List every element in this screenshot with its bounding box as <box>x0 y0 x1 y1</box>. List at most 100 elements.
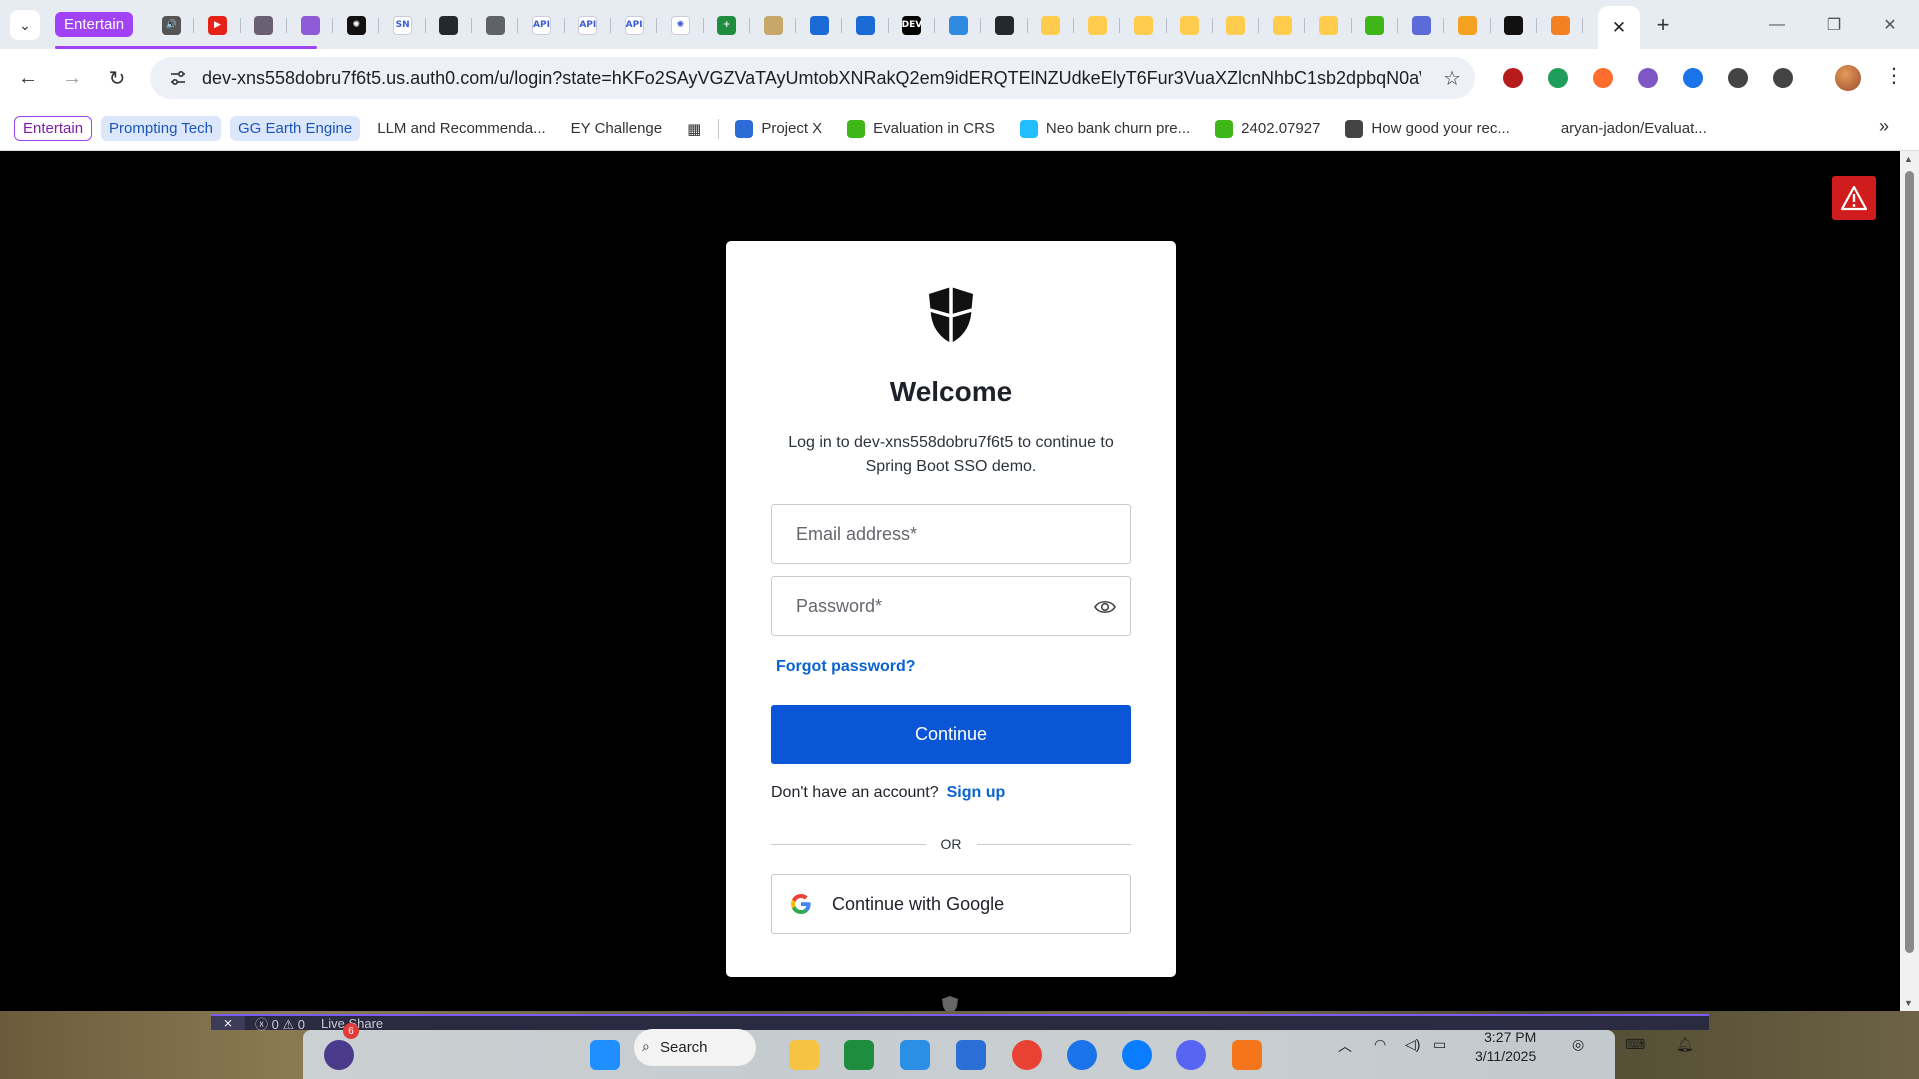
huggingface-tab-1[interactable] <box>1028 9 1075 41</box>
speaker-tab[interactable]: 🔊 <box>148 9 195 41</box>
dev-tab[interactable]: DEV <box>889 9 936 41</box>
site-info-icon[interactable] <box>160 69 196 87</box>
feather-extension-icon[interactable] <box>1670 62 1715 94</box>
bookmarks-overflow-icon[interactable]: » <box>1879 116 1889 137</box>
media-extension-icon[interactable] <box>1760 62 1805 94</box>
restore-button[interactable]: ❐ <box>1810 10 1858 40</box>
volume-icon[interactable]: ◁) <box>1405 1036 1420 1053</box>
microsoft-store-icon[interactable] <box>952 1036 990 1074</box>
taskbar-clock[interactable]: 3:27 PM 3/11/2025 <box>1475 1028 1536 1066</box>
focus-icon[interactable]: ◎ <box>1572 1036 1584 1053</box>
huggingface-tab-6[interactable] <box>1259 9 1306 41</box>
chrome-icon[interactable] <box>1008 1036 1046 1074</box>
close-window-button[interactable]: ✕ <box>1866 10 1914 40</box>
pen-extension-icon[interactable] <box>1535 62 1580 94</box>
huggingface-tab-3[interactable] <box>1120 9 1167 41</box>
back-button[interactable]: ← <box>12 62 44 94</box>
huggingface-tab-5[interactable] <box>1213 9 1260 41</box>
huggingface-tab-2[interactable] <box>1074 9 1121 41</box>
sign-up-link[interactable]: Sign up <box>947 784 1006 801</box>
address-bar[interactable]: dev-xns558dobru7f6t5.us.auth0.com/u/logi… <box>150 57 1475 99</box>
new-tab-button[interactable]: + <box>1649 12 1677 38</box>
tab-search-button[interactable]: ⌄ <box>10 10 40 40</box>
smiley-tab[interactable] <box>1352 9 1399 41</box>
windows-start-icon[interactable] <box>586 1036 624 1074</box>
shield-extension-icon[interactable] <box>1490 62 1535 94</box>
copilot-app-icon[interactable] <box>320 1036 358 1074</box>
minimize-button[interactable]: — <box>1753 10 1801 40</box>
globe-tab[interactable] <box>472 9 519 41</box>
forgot-password-link[interactable]: Forgot password? <box>776 658 916 676</box>
notification-bell-icon[interactable]: 🔔︎ <box>1676 1036 1694 1053</box>
show-password-eye-icon[interactable] <box>1094 597 1116 617</box>
youtube-tab[interactable]: ▶ <box>194 9 241 41</box>
wave-tab[interactable] <box>1398 9 1445 41</box>
github-tab-2[interactable] <box>981 9 1028 41</box>
pdf-app-icon[interactable] <box>1228 1036 1266 1074</box>
bookmark-apps-grid-icon[interactable]: ▦ <box>679 114 709 144</box>
pencil-tab[interactable] <box>287 9 334 41</box>
page-scrollbar[interactable]: ▲ ▼ <box>1900 151 1919 1011</box>
bookmark-item[interactable]: Neo bank churn pre... <box>1012 114 1198 144</box>
zalo-icon[interactable] <box>1063 1036 1101 1074</box>
messenger-icon[interactable] <box>1118 1036 1156 1074</box>
bookmark-item[interactable]: GG Earth Engine <box>230 116 361 141</box>
forward-button[interactable]: → <box>56 62 88 94</box>
bookmark-item[interactable]: Prompting Tech <box>101 116 221 141</box>
close-tab-icon[interactable]: ✕ <box>1612 18 1626 38</box>
active-tab[interactable]: ✕ <box>1598 6 1640 49</box>
bookmark-item[interactable]: aryan-jadon/Evaluat... <box>1527 114 1715 144</box>
chatgpt-tab[interactable]: ✺ <box>333 9 380 41</box>
bookmark-item[interactable]: Evaluation in CRS <box>839 114 1003 144</box>
bookmark-item[interactable]: 2402.07927 <box>1207 114 1328 144</box>
sheets-tab[interactable]: + <box>704 9 751 41</box>
keyboard-icon[interactable]: ⌨ <box>1625 1036 1645 1053</box>
problems-indicator[interactable]: ⓧ 0 ⚠ 0 <box>255 1014 305 1033</box>
email-field[interactable] <box>771 504 1131 564</box>
puzzle-extension-icon[interactable] <box>1715 62 1760 94</box>
sn-tab[interactable]: SN <box>379 9 427 41</box>
reload-button[interactable]: ↻ <box>101 62 133 94</box>
profile-avatar[interactable] <box>1835 65 1861 91</box>
api-tab-2[interactable]: API <box>565 9 612 41</box>
password-field[interactable] <box>771 576 1131 636</box>
wifi-icon[interactable]: ◠ <box>1374 1036 1386 1053</box>
bookmark-star-icon[interactable]: ☆ <box>1443 66 1461 91</box>
color-extension-icon[interactable] <box>1625 62 1670 94</box>
edge-tab-3[interactable] <box>935 9 982 41</box>
password-input[interactable] <box>796 595 1086 617</box>
battery-icon[interactable]: ▭ <box>1433 1036 1446 1053</box>
huggingface-tab-4[interactable] <box>1167 9 1214 41</box>
auth0-tab[interactable] <box>1491 9 1538 41</box>
warning-button[interactable] <box>1832 176 1876 220</box>
api-tab-3[interactable]: API <box>611 9 658 41</box>
edge-tab-1[interactable] <box>796 9 843 41</box>
bookmark-item[interactable]: LLM and Recommenda... <box>369 114 553 144</box>
taskbar-search[interactable]: ⌕ Search <box>634 1029 756 1066</box>
tab-group-entertain[interactable]: Entertain <box>55 12 134 37</box>
orange-tab[interactable] <box>1444 9 1491 41</box>
email-input[interactable] <box>796 523 1086 545</box>
continue-with-google-button[interactable]: Continue with Google <box>771 874 1131 934</box>
continue-button[interactable]: Continue <box>771 705 1131 764</box>
bookmark-item[interactable]: EY Challenge <box>563 114 670 144</box>
menu-kebab-icon[interactable]: ⋮ <box>1884 63 1904 88</box>
openai-tab[interactable]: ✺ <box>657 9 704 41</box>
bookmark-item[interactable]: How good your rec... <box>1337 114 1517 144</box>
bookmark-item[interactable]: Project X <box>727 114 830 144</box>
vscode-icon[interactable] <box>896 1036 934 1074</box>
spinner-tab[interactable] <box>750 9 797 41</box>
huggingface-tab-7[interactable] <box>1305 9 1353 41</box>
file-explorer-icon[interactable] <box>785 1036 823 1074</box>
api-tab-1[interactable]: API <box>518 9 565 41</box>
remote-indicator-icon[interactable]: ⨯ <box>211 1016 245 1030</box>
bookmark-item[interactable]: Entertain <box>14 116 93 141</box>
anime-tab[interactable] <box>241 9 288 41</box>
discord-icon[interactable] <box>1172 1036 1210 1074</box>
github-tab-1[interactable] <box>426 9 473 41</box>
tray-overflow-icon[interactable]: ︿ <box>1338 1036 1352 1056</box>
url-text[interactable]: dev-xns558dobru7f6t5.us.auth0.com/u/logi… <box>196 68 1421 89</box>
stack-tab[interactable] <box>1537 9 1584 41</box>
scrollbar-thumb[interactable] <box>1905 171 1914 953</box>
sheets-app-icon[interactable] <box>840 1036 878 1074</box>
